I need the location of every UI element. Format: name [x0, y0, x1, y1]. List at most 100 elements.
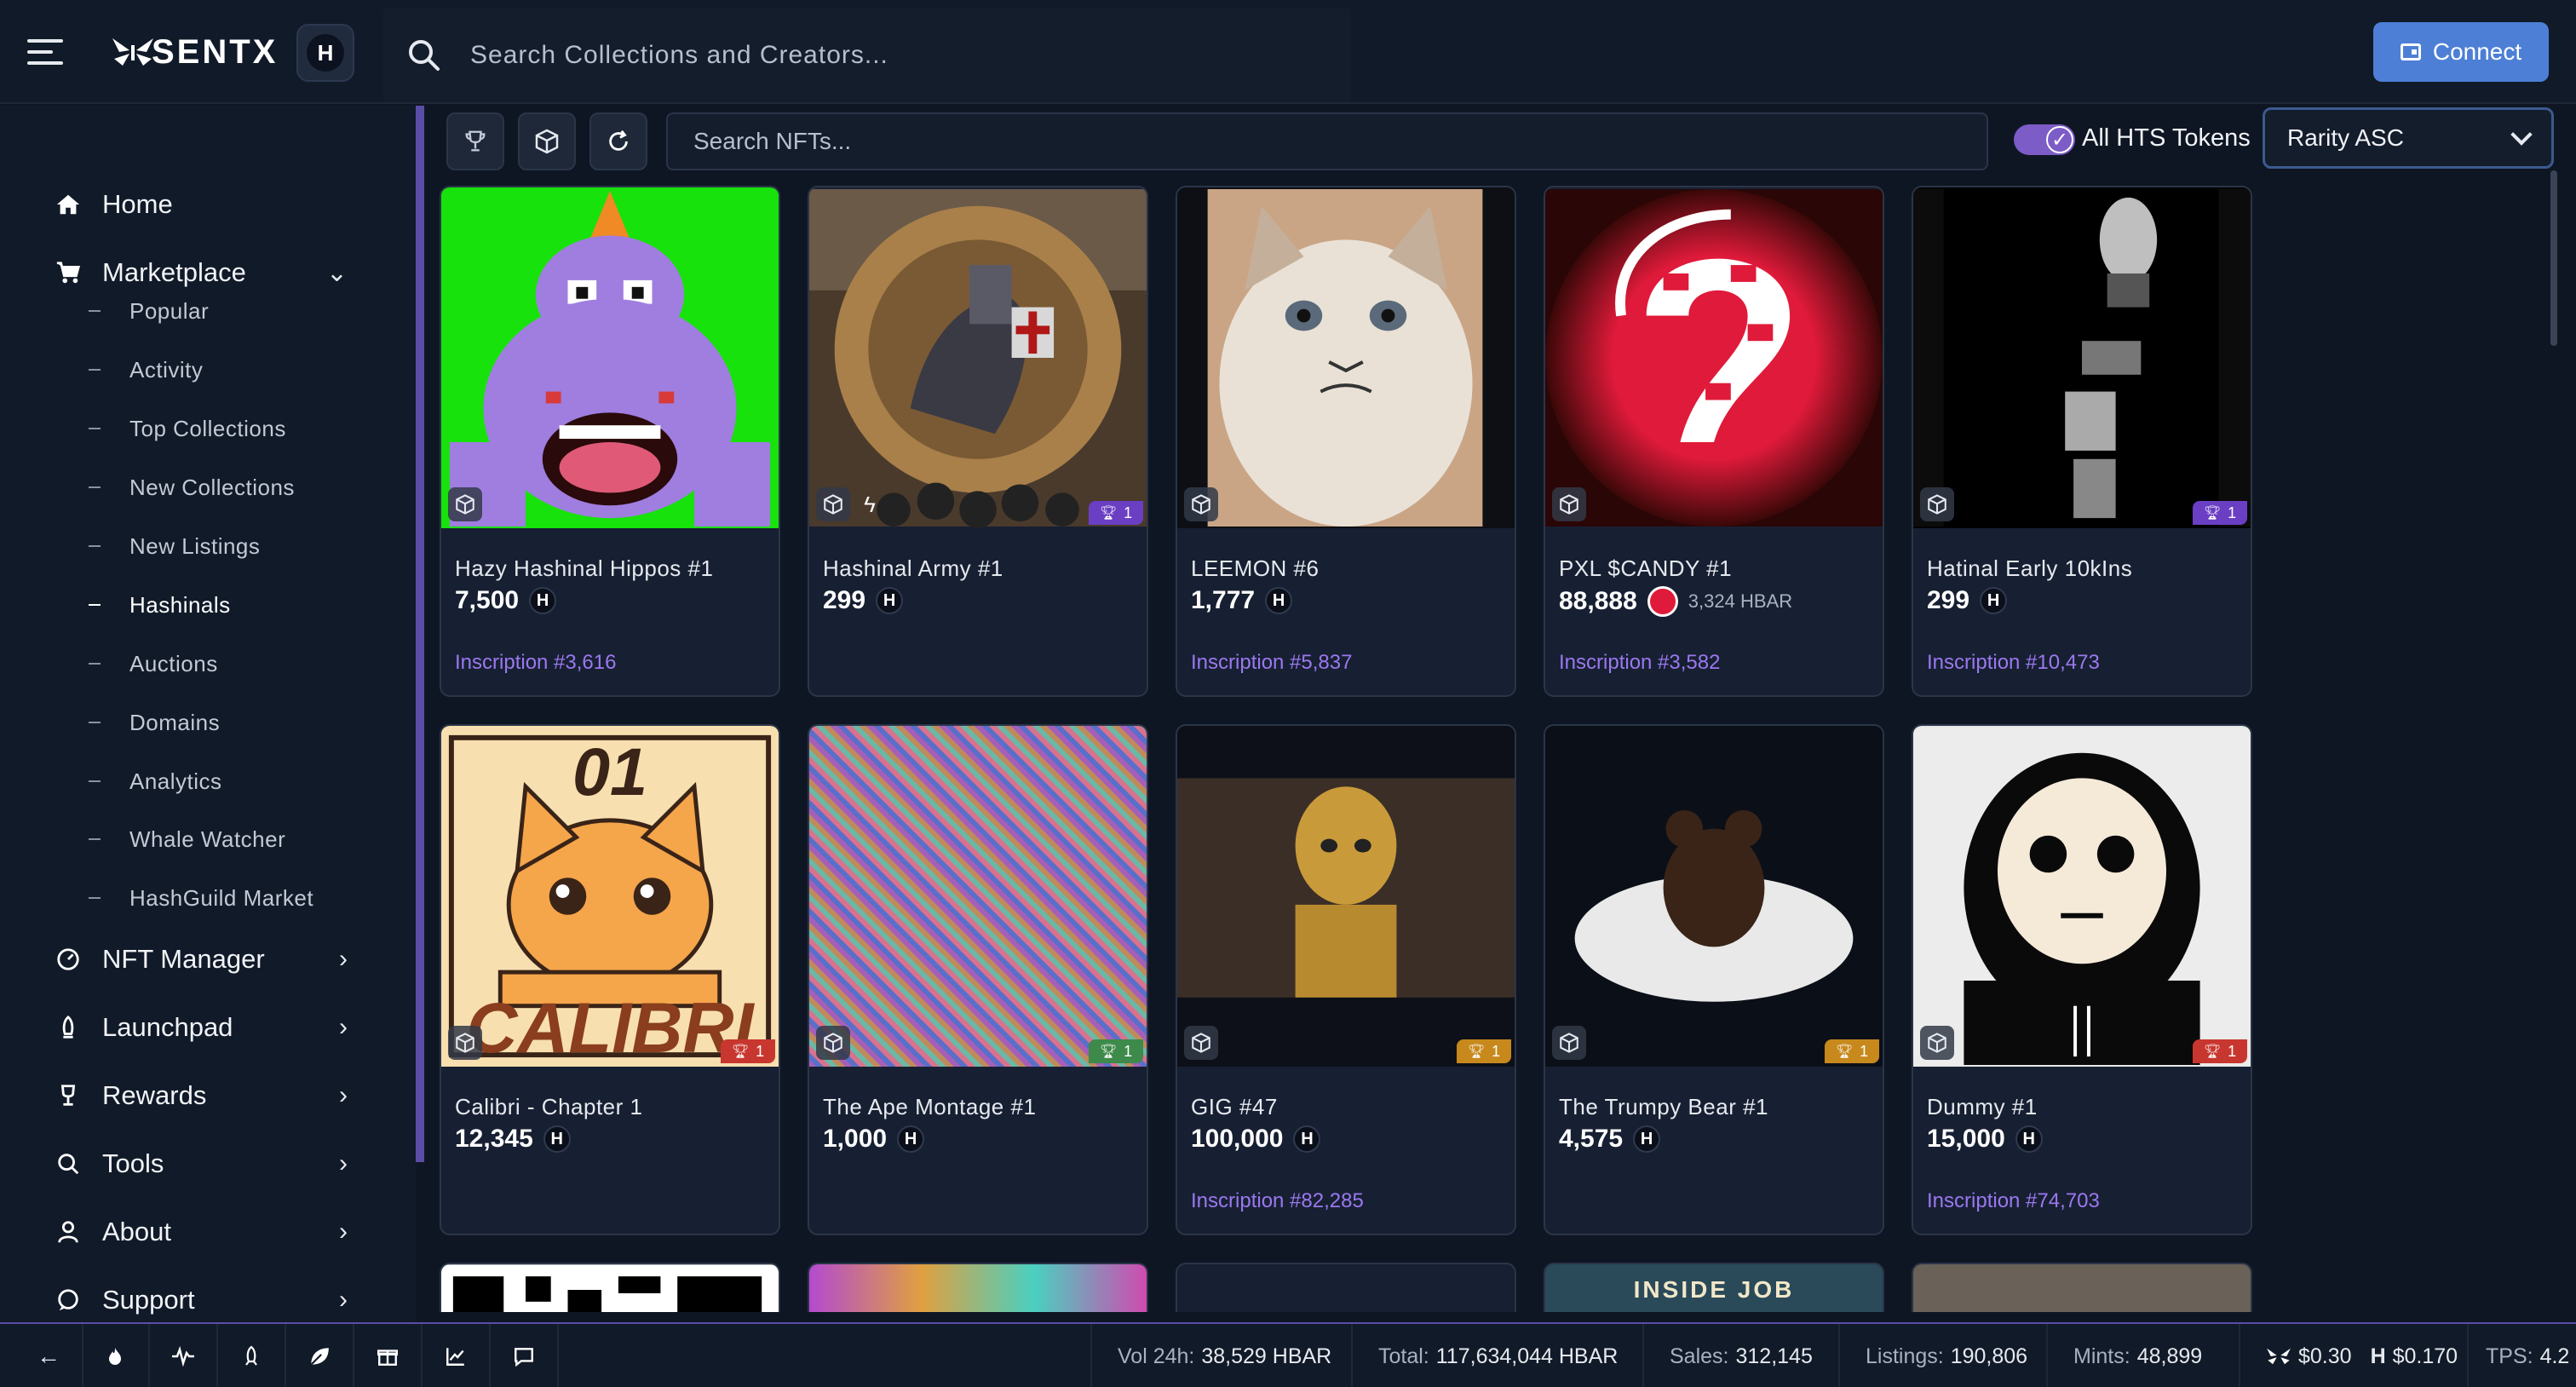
inscription-link[interactable]: Inscription #3,582 [1559, 651, 1720, 675]
nft-card[interactable] [1912, 1263, 2252, 1312]
inscription-link[interactable]: Inscription #10,473 [1927, 651, 2100, 675]
nft-card[interactable]: 🏆︎ 1 GIG #47 100,000 H Inscription #82,285 [1176, 724, 1516, 1235]
calibri-word: CALIBRI [466, 988, 755, 1067]
sidebar-item-home[interactable]: Home [53, 179, 348, 230]
nft-name: Hazy Hashinal Hippos #1 [455, 555, 714, 581]
connect-label: Connect [2432, 38, 2522, 65]
nft-image [1913, 187, 2251, 528]
sentx-price: $0.30 [2298, 1344, 2352, 1368]
price-value: 4,575 [1559, 1125, 1624, 1153]
sentx-logo[interactable]: SENTX [111, 31, 278, 73]
nft-card[interactable]: 🏆︎ 1 The Ape Montage #1 1,000 H [808, 724, 1148, 1235]
hashinal-filter-button[interactable] [518, 112, 576, 170]
nft-price: 12,345 H [455, 1125, 571, 1154]
chevron-right-icon: › [339, 1013, 348, 1041]
nft-card[interactable] [1176, 1263, 1516, 1312]
status-bar: ← Vol 24h: 38,529 HBAR Total: 117,634,044 … [0, 1322, 2576, 1387]
nft-image [809, 187, 1147, 528]
sidebar-item-about[interactable]: About › [53, 1206, 348, 1258]
nft-name: Hatinal Early 10kIns [1927, 555, 2133, 581]
mints-stat: Mints: 48,899 [2046, 1324, 2239, 1387]
content-scrollbar[interactable] [2550, 170, 2557, 346]
trophy-icon: 🏆︎ [2203, 506, 2222, 521]
hbar-icon: H [307, 34, 344, 72]
hbar-icon: H [2015, 1125, 2043, 1153]
sidebar-sub-new-collections[interactable]: New Collections [89, 466, 295, 509]
trophy-icon [53, 1080, 83, 1111]
chart-line-icon[interactable] [423, 1324, 491, 1387]
inscription-link[interactable]: Inscription #74,703 [1927, 1189, 2100, 1213]
trophy-icon: 🏆︎ [2203, 1045, 2222, 1059]
rarity-filter-button[interactable] [446, 112, 504, 170]
rarity-rank-badge: 🏆︎ 1 [1457, 1039, 1511, 1063]
cube-icon [535, 129, 559, 154]
message-icon[interactable] [491, 1324, 559, 1387]
sidebar-sub-activity[interactable]: Activity [89, 348, 203, 391]
nft-name: The Ape Montage #1 [823, 1094, 1037, 1119]
sidebar-sub-label: Popular [129, 297, 210, 324]
nft-card[interactable]: ϟ 🏆︎ 1 Hashinal Army #1 299 H [808, 186, 1148, 697]
nft-card[interactable]: PXL $CANDY #1 88,888 3,324 HBAR Inscript… [1544, 186, 1884, 697]
network-badge[interactable]: H [296, 24, 354, 82]
hashinal-cube-icon [816, 1026, 850, 1060]
price-value: 299 [823, 586, 866, 614]
nft-search-input[interactable] [693, 128, 1886, 155]
sidebar-sub-hashinals[interactable]: Hashinals [89, 584, 231, 626]
fire-icon[interactable] [82, 1324, 150, 1387]
gift-icon[interactable] [354, 1324, 423, 1387]
nft-card[interactable]: Hazy Hashinal Hippos #1 7,500 H Inscripti… [440, 186, 780, 697]
nft-card[interactable]: INSIDE JOB [1544, 1263, 1884, 1312]
sidebar-item-rewards[interactable]: Rewards › [53, 1070, 348, 1121]
connect-button[interactable]: Connect [2373, 22, 2549, 82]
nft-card[interactable]: 🏆︎ 1 Hatinal Early 10kIns 299 H Inscriptio… [1912, 186, 2252, 697]
nft-card[interactable]: LEEMON #6 1,777 H Inscription #5,837 [1176, 186, 1516, 697]
sidebar-item-support[interactable]: Support › [53, 1275, 348, 1326]
nft-card[interactable]: 🏆︎ 1 The Trumpy Bear #1 4,575 H [1544, 724, 1884, 1235]
sidebar-sub-label: Auctions [129, 650, 218, 676]
global-search-input[interactable] [470, 41, 1237, 70]
nft-card[interactable]: 01 CALIBRI 🏆︎ 1 Calibri - Chapter 1 12,34… [440, 724, 780, 1235]
sidebar-scrollbar[interactable] [416, 106, 424, 1162]
hbar-icon: H [529, 587, 557, 614]
inscription-link[interactable]: Inscription #5,837 [1191, 651, 1352, 675]
sidebar-item-tools[interactable]: Tools › [53, 1138, 348, 1189]
sidebar-item-nft-manager[interactable]: NFT Manager › [53, 934, 348, 985]
nft-card[interactable] [808, 1263, 1148, 1312]
sidebar-sub-domains[interactable]: Domains [89, 701, 220, 744]
rocket-icon[interactable] [218, 1324, 286, 1387]
lightning-icon: ϟ [864, 491, 876, 517]
sidebar-sub-new-listings[interactable]: New Listings [89, 525, 260, 567]
price-value: 100,000 [1191, 1125, 1284, 1153]
price-value: 299 [1927, 586, 1970, 614]
leaf-icon[interactable] [286, 1324, 354, 1387]
menu-icon[interactable] [27, 39, 63, 65]
sort-value: Rarity ASC [2287, 124, 2404, 151]
trophy-icon: 🏆︎ [1835, 1045, 1854, 1059]
sidebar-sub-label: Activity [129, 356, 204, 383]
sidebar-sub-analytics[interactable]: Analytics [89, 760, 222, 803]
sidebar-sub-top-collections[interactable]: Top Collections [89, 407, 286, 450]
nft-name: Hashinal Army #1 [823, 555, 1003, 581]
sidebar-sub-popular[interactable]: Popular [89, 290, 209, 332]
sidebar-sub-auctions[interactable]: Auctions [89, 642, 218, 685]
refresh-button[interactable] [589, 112, 647, 170]
nft-price: 1,000 H [823, 1125, 925, 1154]
sort-select[interactable]: Rarity ASC [2263, 107, 2554, 169]
refresh-icon [609, 129, 628, 151]
sidebar-sub-whale-watcher[interactable]: Whale Watcher [89, 818, 285, 860]
hashinal-cube-icon [1184, 487, 1218, 521]
rarity-rank-badge: 🏆︎ 1 [1089, 1039, 1143, 1063]
nft-card[interactable] [440, 1263, 780, 1312]
all-hts-toggle[interactable]: ✓ [2014, 124, 2075, 155]
inscription-link[interactable]: Inscription #3,616 [455, 651, 616, 675]
gauge-icon [53, 944, 83, 975]
nft-card[interactable]: 🏆︎ 1 Dummy #1 15,000 H Inscription #74,703 [1912, 724, 2252, 1235]
back-arrow-icon[interactable]: ← [15, 1324, 83, 1387]
inscription-link[interactable]: Inscription #82,285 [1191, 1189, 1364, 1213]
sidebar-item-launchpad[interactable]: Launchpad › [53, 1002, 348, 1053]
rarity-rank-badge: 🏆︎ 1 [2193, 501, 2247, 525]
sidebar-sub-label: Analytics [129, 768, 222, 794]
sidebar-sub-hashguild-market[interactable]: HashGuild Market [89, 877, 313, 919]
activity-pulse-icon[interactable] [150, 1324, 218, 1387]
sidebar-item-label: NFT Manager [102, 944, 265, 974]
